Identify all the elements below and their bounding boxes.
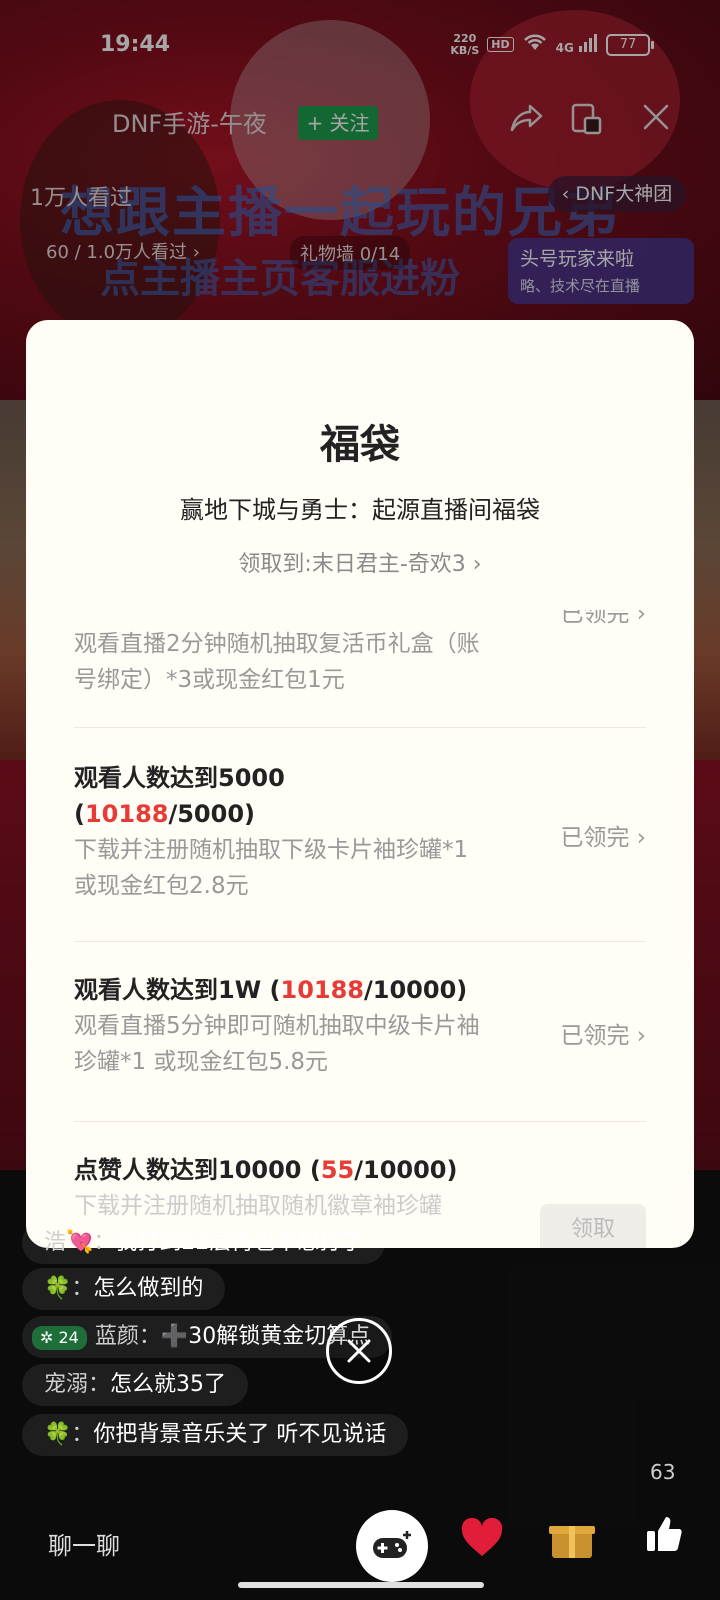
fan-level: 24 xyxy=(58,1328,79,1347)
item-title-tail: /10000) xyxy=(364,976,468,1004)
chat-message: 浩💘：我打到22层再也不想打了 xyxy=(22,1222,386,1264)
reward-item: 观看人数达到1W (10188/10000) 观看直播5分钟即可随机抽取中级卡片… xyxy=(74,942,646,1122)
item-description: 观看直播2分钟随机抽取复活币礼盒（账号绑定）*3或现金红包1元 xyxy=(74,631,480,693)
reward-list[interactable]: 已领完 › 观看直播2分钟随机抽取复活币礼盒（账号绑定）*3或现金红包1元 观看… xyxy=(26,610,694,1248)
item-status[interactable]: 已领完 › xyxy=(560,1016,646,1050)
gift-ribbon-shape xyxy=(569,1526,575,1558)
item-title: 点赞人数达到10000 (55/10000) 下载并注册随机抽取随机徽章袖珍罐 xyxy=(74,1152,554,1224)
chat-text: 我打到22层再也不想打了 xyxy=(115,1230,364,1255)
game-controller-icon[interactable] xyxy=(356,1510,428,1582)
item-title-text: 观看人数达到1W ( xyxy=(74,976,281,1004)
chat-text: 你把背景音乐关了 听不见说话 xyxy=(93,1422,387,1447)
item-description: 下载并注册随机抽取随机徽章袖珍罐 xyxy=(74,1193,442,1219)
bottom-bar: 63 聊一聊 xyxy=(0,1460,720,1600)
item-progress-current: 55 xyxy=(320,1156,355,1184)
item-description: 下载并注册随机抽取下级卡片袖珍罐*1或现金红包2.8元 xyxy=(74,837,469,899)
home-indicator[interactable] xyxy=(238,1582,484,1588)
chat-message: 宠溺：怎么就35了 xyxy=(22,1364,249,1406)
item-status[interactable]: 已领完 › xyxy=(560,610,646,628)
chat-message: 🍀：怎么做到的 xyxy=(22,1268,226,1310)
item-title-tail: /5000) xyxy=(168,800,255,828)
lucky-bag-modal: 福袋 赢地下城与勇士：起源直播间福袋 领取到:末日君主-奇欢3 › 已领完 › … xyxy=(26,320,694,1248)
item-description: 观看直播5分钟即可随机抽取中级卡片袖珍罐*1 或现金红包5.8元 xyxy=(74,1013,480,1075)
item-status[interactable]: 已领完 › xyxy=(560,818,646,852)
chat-input-entry[interactable]: 聊一聊 xyxy=(48,1526,120,1561)
chat-username[interactable]: 🍀 xyxy=(44,1276,71,1301)
item-title-text: 点赞人数达到10000 ( xyxy=(74,1156,321,1184)
chat-username[interactable]: 宠溺 xyxy=(44,1372,88,1397)
reward-item: 已领完 › 观看直播2分钟随机抽取复活币礼盒（账号绑定）*3或现金红包1元 xyxy=(74,610,646,728)
chat-text: 怎么就35了 xyxy=(110,1372,227,1397)
item-title-tail: /10000) xyxy=(354,1156,458,1184)
chat-username[interactable]: 蓝颜 xyxy=(95,1324,139,1349)
claim-button[interactable]: 领取 xyxy=(540,1204,646,1248)
gift-icon[interactable] xyxy=(549,1520,595,1558)
thumbs-up-icon[interactable] xyxy=(644,1514,684,1564)
chat-username[interactable]: 🍀 xyxy=(44,1422,71,1447)
close-modal-button[interactable] xyxy=(326,1318,392,1384)
item-title: 观看人数达到1W (10188/10000) 观看直播5分钟即可随机抽取中级卡片… xyxy=(74,972,554,1080)
modal-title: 福袋 xyxy=(320,422,400,468)
fan-level-badge: ✲ 24 xyxy=(32,1326,87,1350)
chat-message: 🍀：你把背景音乐关了 听不见说话 xyxy=(22,1414,409,1456)
heart-icon[interactable] xyxy=(460,1517,504,1568)
modal-subtitle: 赢地下城与勇士：起源直播间福袋 xyxy=(180,496,540,524)
item-progress-current: 10188 xyxy=(84,800,169,828)
claimed-to-link[interactable]: 领取到:末日君主-奇欢3 › xyxy=(26,546,694,578)
like-count: 63 xyxy=(650,1460,676,1484)
chat-username[interactable]: 浩💘 xyxy=(44,1230,93,1255)
item-progress-current: 10188 xyxy=(280,976,365,1004)
reward-item: 观看人数达到5000 (10188/5000) 下载并注册随机抽取下级卡片袖珍罐… xyxy=(74,728,646,942)
chat-text: 怎么做到的 xyxy=(93,1276,204,1301)
item-title: 观看人数达到5000 (10188/5000) 下载并注册随机抽取下级卡片袖珍罐… xyxy=(74,760,484,904)
